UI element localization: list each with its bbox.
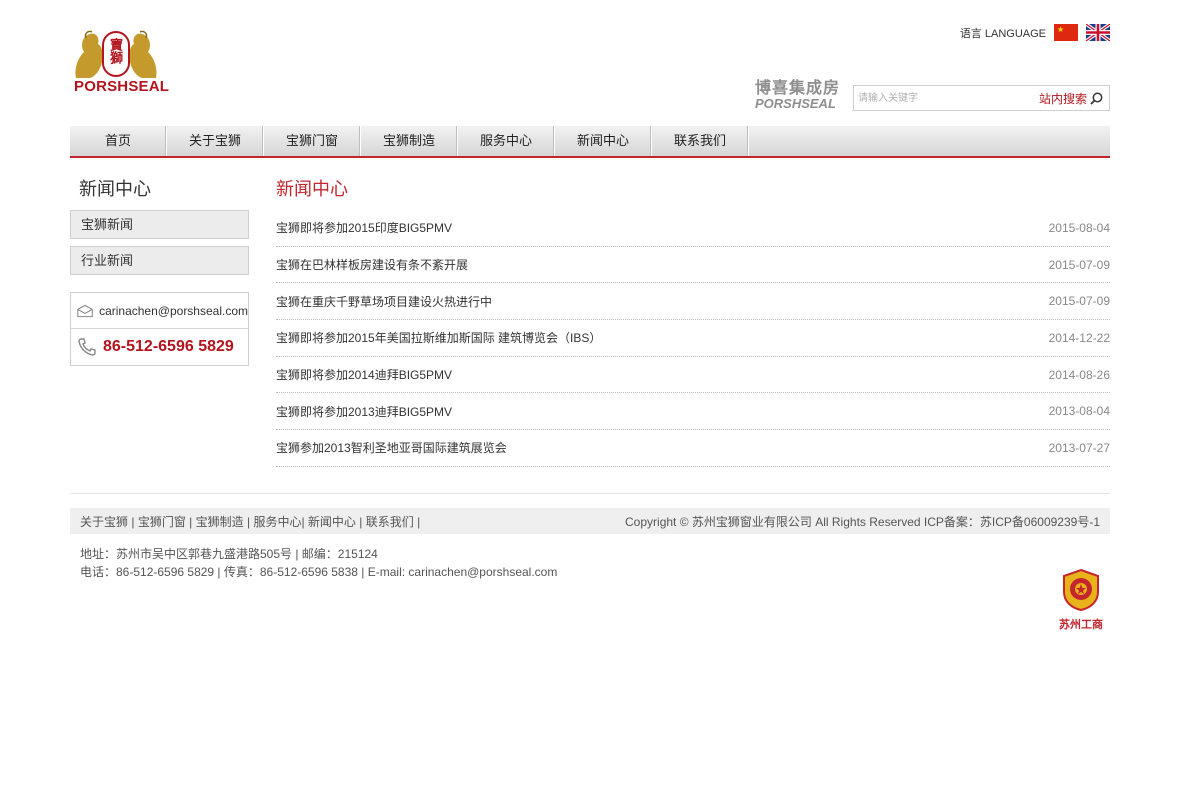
business-license-badge[interactable]: 苏州工商 <box>1056 568 1106 632</box>
sub-brand-cn: 博喜集成房 <box>754 80 840 97</box>
content-area: 新闻中心 宝狮新闻 行业新闻 carinachen@porshseal.com … <box>70 158 1110 473</box>
list-item: 宝狮即将参加2013迪拜BIG5PMV 2013-08-04 <box>276 393 1110 431</box>
footer-links: 关于宝狮 | 宝狮门窗 | 宝狮制造 | 服务中心| 新闻中心 | 联系我们 | <box>80 514 421 529</box>
mail-icon <box>77 304 93 317</box>
logo[interactable]: 寶獅 PORSHSEAL <box>72 28 169 98</box>
main-nav: 首页 关于宝狮 宝狮门窗 宝狮制造 服务中心 新闻中心 联系我们 <box>70 126 1110 158</box>
sub-brand-en: PORSHSEAL <box>754 96 836 111</box>
sidebar: 新闻中心 宝狮新闻 行业新闻 carinachen@porshseal.com … <box>70 158 250 366</box>
nav-item-windows[interactable]: 宝狮门窗 <box>264 126 361 156</box>
badge-text: 苏州工商 <box>1059 619 1103 631</box>
contact-phone-row: 86-512-6596 5829 <box>71 329 248 365</box>
footer-link-windows[interactable]: 宝狮门窗 <box>138 515 186 529</box>
footer-divider <box>70 493 1110 494</box>
language-switcher: 语言 LANGUAGE ★ <box>960 24 1110 41</box>
footer-link-about[interactable]: 关于宝狮 <box>80 515 128 529</box>
nav-item-contact[interactable]: 联系我们 <box>652 126 749 156</box>
list-item: 宝狮即将参加2015年美国拉斯维加斯国际 建筑博览会（IBS） 2014-12-2… <box>276 320 1110 357</box>
search-button-label: 站内搜索 <box>1038 91 1087 106</box>
list-item: 宝狮即将参加2015印度BIG5PMV 2015-08-04 <box>276 210 1110 247</box>
sidebar-item-industry-news[interactable]: 行业新闻 <box>70 246 249 275</box>
nav-item-service[interactable]: 服务中心 <box>458 126 555 156</box>
footer-link-service[interactable]: 服务中心 <box>253 515 301 529</box>
contact-phone: 86-512-6596 5829 <box>103 338 234 355</box>
sub-brand-logo: 博喜集成房 PORSHSEAL <box>754 80 840 111</box>
language-label: 语言 LANGUAGE <box>959 27 1046 40</box>
news-date: 2015-07-09 <box>1048 257 1110 272</box>
main-panel: 新闻中心 宝狮即将参加2015印度BIG5PMV 2015-08-04 宝狮在巴林… <box>276 158 1110 467</box>
search-input[interactable] <box>854 86 1039 110</box>
news-title[interactable]: 宝狮即将参加2014迪拜BIG5PMV <box>276 366 452 383</box>
search-button[interactable]: 站内搜索 <box>1039 90 1109 107</box>
news-title[interactable]: 宝狮即将参加2015印度BIG5PMV <box>276 219 452 236</box>
list-item: 宝狮在巴林样板房建设有条不紊开展 2015-07-09 <box>276 247 1110 284</box>
national-emblem-icon <box>1063 568 1099 612</box>
search-icon <box>1090 92 1103 105</box>
logo-seal-text: 寶獅 <box>108 38 123 64</box>
list-item: 宝狮在重庆千野草场项目建设火热进行中 2015-07-09 <box>276 283 1110 321</box>
news-title[interactable]: 宝狮即将参加2015年美国拉斯维加斯国际 建筑博览会（IBS） <box>276 329 601 346</box>
nav-item-about[interactable]: 关于宝狮 <box>167 126 264 156</box>
nav-item-home[interactable]: 首页 <box>70 126 167 156</box>
nav-item-news[interactable]: 新闻中心 <box>555 126 652 156</box>
news-date: 2014-12-22 <box>1048 330 1110 345</box>
footer-contact: 电话：86-512-6596 5829 | 传真：86-512-6596 583… <box>80 565 558 579</box>
news-date: 2014-08-26 <box>1048 367 1110 382</box>
search-box: 站内搜索 <box>853 85 1110 111</box>
footer-address: 地址：苏州市吴中区郭巷九盛港路505号 | 邮编：215124 <box>80 547 378 561</box>
sidebar-item-company-news[interactable]: 宝狮新闻 <box>70 210 249 239</box>
news-date: 2013-07-27 <box>1048 440 1110 455</box>
footer-bar: 关于宝狮 | 宝狮门窗 | 宝狮制造 | 服务中心| 新闻中心 | 联系我们 |… <box>70 508 1110 534</box>
header: 寶獅 PORSHSEAL 语言 LANGUAGE ★ 博喜集成房 PORSHSE… <box>70 0 1110 126</box>
nav-item-manufacturing[interactable]: 宝狮制造 <box>361 126 458 156</box>
uk-flag-icon[interactable] <box>1086 24 1110 41</box>
news-title[interactable]: 宝狮在巴林样板房建设有条不紊开展 <box>276 256 468 273</box>
sidebar-title: 新闻中心 <box>79 179 151 199</box>
phone-icon <box>78 338 96 356</box>
news-title[interactable]: 宝狮在重庆千野草场项目建设火热进行中 <box>276 293 492 310</box>
copyright: Copyright © 苏州宝狮窗业有限公司 All Rights Reserv… <box>625 514 1100 529</box>
contact-email[interactable]: carinachen@porshseal.com <box>99 304 248 318</box>
brand-name: PORSHSEAL <box>74 78 170 95</box>
list-item: 宝狮即将参加2014迪拜BIG5PMV 2014-08-26 <box>276 357 1110 394</box>
footer-link-news[interactable]: 新闻中心 <box>308 515 356 529</box>
china-flag-icon[interactable]: ★ <box>1054 24 1078 41</box>
list-item: 宝狮参加2013智利圣地亚哥国际建筑展览会 2013-07-27 <box>276 430 1110 467</box>
news-list: 宝狮即将参加2015印度BIG5PMV 2015-08-04 宝狮在巴林样板房建设… <box>276 210 1110 467</box>
footer-link-manufacturing[interactable]: 宝狮制造 <box>196 515 244 529</box>
news-date: 2013-08-04 <box>1048 404 1110 419</box>
news-title[interactable]: 宝狮即将参加2013迪拜BIG5PMV <box>276 403 452 420</box>
footer-info: 地址：苏州市吴中区郭巷九盛港路505号 | 邮编：215124 电话：86-51… <box>70 534 1110 581</box>
news-date: 2015-07-09 <box>1048 294 1110 309</box>
footer-link-contact[interactable]: 联系我们 <box>366 515 414 529</box>
page-title: 新闻中心 <box>276 179 348 199</box>
contact-box: carinachen@porshseal.com 86-512-6596 582… <box>70 292 249 366</box>
news-title[interactable]: 宝狮参加2013智利圣地亚哥国际建筑展览会 <box>276 439 507 456</box>
news-date: 2015-08-04 <box>1048 220 1110 235</box>
contact-email-row: carinachen@porshseal.com <box>71 293 248 329</box>
